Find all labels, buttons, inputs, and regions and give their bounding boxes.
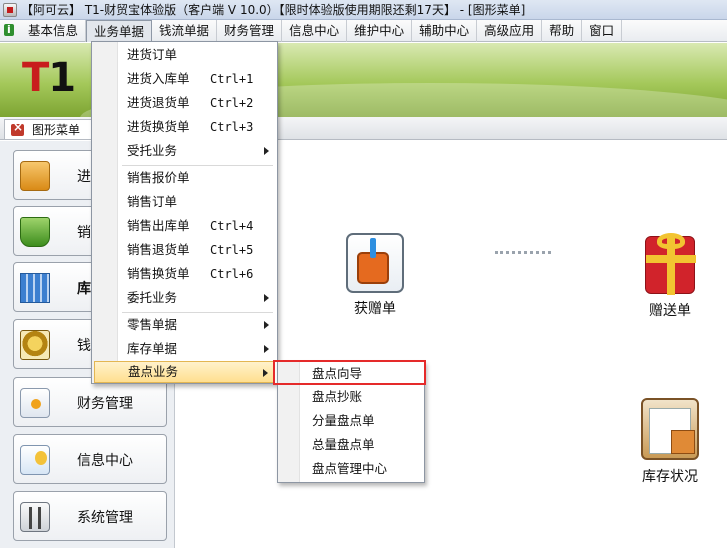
content-item-label: 赠送单 [649, 303, 691, 319]
menu-maintenance-center[interactable]: 维护中心 [347, 19, 413, 42]
content-item-receive-gift[interactable]: 获赠单 [337, 233, 413, 318]
shortcut-label: Ctrl+5 [210, 243, 254, 257]
stock-clipboard-icon [641, 398, 699, 460]
menu-item-sales-outbound[interactable]: 销售出库单 Ctrl+4 [94, 215, 275, 237]
submenu-item-stocktaking-center[interactable]: 盘点管理中心 [280, 458, 422, 480]
menu-item-stocktaking-business[interactable]: 盘点业务 [94, 361, 275, 383]
shortcut-label: Ctrl+3 [210, 120, 254, 134]
menu-basic-info[interactable]: 基本信息 [21, 19, 87, 42]
menu-item-consigned-business[interactable]: 受托业务 [94, 140, 275, 162]
menu-advanced-applications[interactable]: 高级应用 [477, 19, 543, 42]
business-documents-dropdown: 进货订单 进货入库单 Ctrl+1 进货退货单 Ctrl+2 进货换货单 Ctr… [91, 41, 278, 384]
sidebar-item-finance[interactable]: 财务管理 [13, 377, 167, 427]
tab-graphic-menu[interactable]: 图形菜单 [4, 119, 99, 139]
shortcut-label: Ctrl+4 [210, 219, 254, 233]
menu-item-inventory-documents[interactable]: 库存单据 [94, 338, 275, 360]
submenu-arrow-icon [264, 321, 269, 329]
sidebar-item-label: 进 [77, 169, 91, 185]
info-bulb-icon [20, 445, 50, 475]
submenu-arrow-icon [264, 147, 269, 155]
sidebar-item-info-center[interactable]: 信息中心 [13, 434, 167, 484]
tab-label: 图形菜单 [32, 123, 81, 137]
shortcut-label: Ctrl+6 [210, 267, 254, 281]
sidebar-item-label: 销 [77, 225, 91, 241]
content-item-send-gift[interactable]: 赠送单 [632, 233, 708, 320]
menu-help[interactable]: 帮助 [542, 19, 583, 42]
inventory-grid-icon [20, 273, 50, 303]
menu-item-sales-order[interactable]: 销售订单 [94, 191, 275, 213]
menu-item-retail-documents[interactable]: 零售单据 [94, 314, 275, 336]
menu-item-sales-quote[interactable]: 销售报价单 [94, 167, 275, 189]
sidebar-item-label: 财务管理 [77, 396, 133, 412]
sidebar-item-label: 库 [77, 281, 91, 297]
shortcut-label: Ctrl+1 [210, 72, 254, 86]
menu-window[interactable]: 窗口 [582, 19, 623, 42]
gift-bow-icon [657, 233, 685, 249]
shortcut-label: Ctrl+2 [210, 96, 254, 110]
menu-bar: 基本信息 业务单据 钱流单据 财务管理 信息中心 维护中心 辅助中心 高级应用 … [0, 19, 727, 42]
menu-item-purchase-receipt[interactable]: 进货入库单 Ctrl+1 [94, 68, 275, 90]
app-logo-icon [3, 2, 17, 17]
menu-separator [122, 312, 273, 313]
menu-information-center[interactable]: 信息中心 [282, 19, 348, 42]
menu-separator [122, 165, 273, 166]
submenu-item-total-stocktaking[interactable]: 总量盘点单 [280, 434, 422, 456]
menu-cash-flow-documents[interactable]: 钱流单据 [152, 19, 218, 42]
money-icon [20, 330, 50, 360]
menu-item-purchase-order[interactable]: 进货订单 [94, 44, 275, 66]
submenu-arrow-icon [263, 369, 268, 377]
info-icon [3, 23, 17, 38]
menu-item-purchase-exchange[interactable]: 进货换货单 Ctrl+3 [94, 116, 275, 138]
submenu-item-stocktaking-wizard[interactable]: 盘点向导 [280, 363, 422, 385]
menu-business-documents[interactable]: 业务单据 [86, 19, 153, 42]
submenu-arrow-icon [264, 345, 269, 353]
close-tab-icon[interactable] [11, 120, 24, 136]
stocktaking-submenu: 盘点向导 盘点抄账 分量盘点单 总量盘点单 盘点管理中心 [277, 361, 425, 483]
submenu-arrow-icon [264, 294, 269, 302]
product-logo: T1 [22, 55, 76, 101]
sales-basket-icon [20, 217, 50, 247]
sidebar-item-label: 信息中心 [77, 453, 133, 469]
submenu-item-stocktaking-copy[interactable]: 盘点抄账 [280, 386, 422, 408]
menu-item-purchase-return[interactable]: 进货退货单 Ctrl+2 [94, 92, 275, 114]
title-bar: 【阿可云】 T1-财贸宝体验版（客户端 V 10.0）【限时体验版使用期限还剩1… [0, 0, 727, 20]
submenu-item-partial-stocktaking[interactable]: 分量盘点单 [280, 410, 422, 432]
flow-connector [495, 251, 551, 254]
sidebar-item-label: 系统管理 [77, 510, 133, 526]
finance-icon [20, 388, 50, 418]
menu-financial-management[interactable]: 财务管理 [217, 19, 283, 42]
menu-item-entrusted-business[interactable]: 委托业务 [94, 287, 275, 309]
sidebar-item-system[interactable]: 系统管理 [13, 491, 167, 541]
receive-gift-document-icon [346, 233, 404, 293]
gift-box-icon [645, 233, 696, 295]
sidebar-item-label: 钱 [77, 338, 91, 354]
content-item-label: 获赠单 [354, 301, 396, 317]
system-sliders-icon [20, 502, 50, 532]
menu-auxiliary-center[interactable]: 辅助中心 [412, 19, 478, 42]
content-item-stock-status[interactable]: 库存状况 [628, 398, 712, 486]
menu-item-sales-return[interactable]: 销售退货单 Ctrl+5 [94, 239, 275, 261]
purchase-folder-icon [20, 161, 50, 191]
content-item-label: 库存状况 [642, 469, 698, 485]
window-title: 【阿可云】 T1-财贸宝体验版（客户端 V 10.0）【限时体验版使用期限还剩1… [21, 3, 526, 17]
menu-item-sales-exchange[interactable]: 销售换货单 Ctrl+6 [94, 263, 275, 285]
